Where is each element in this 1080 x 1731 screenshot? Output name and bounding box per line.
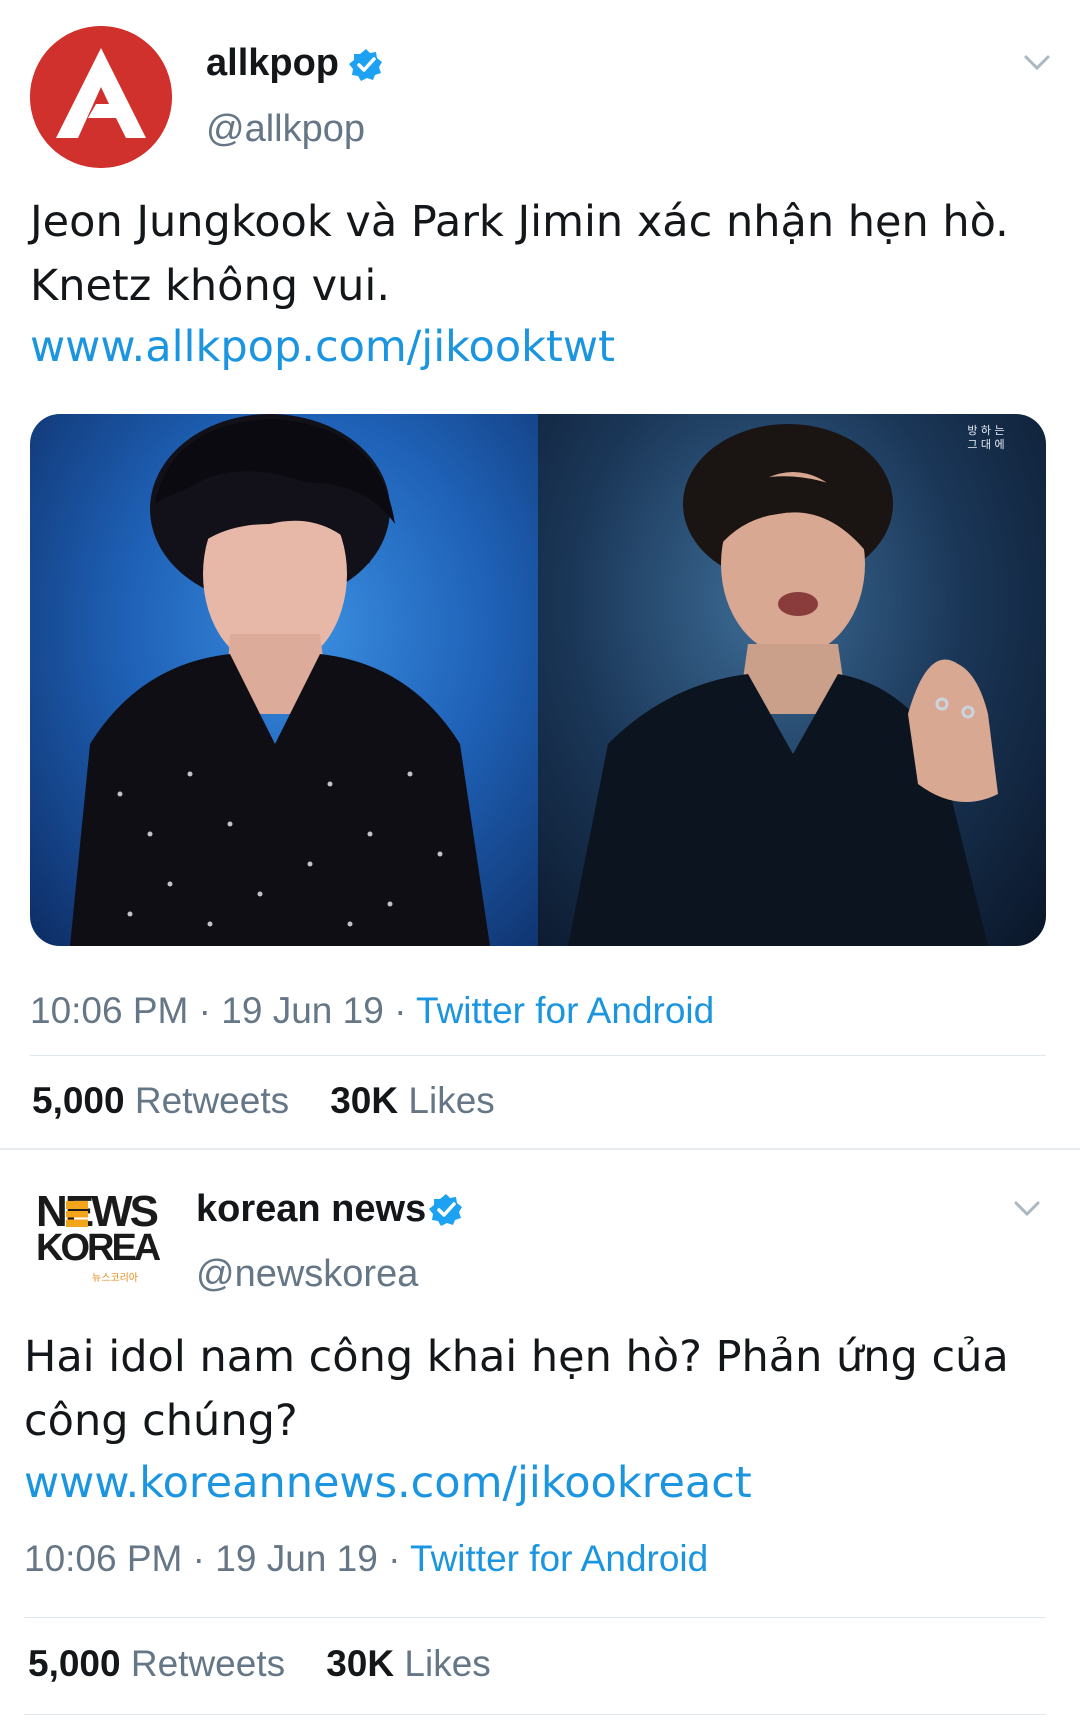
media-caption: 방 하 는 그 대 에 (967, 424, 1005, 451)
tweet-stats: 5,000 Retweets 30K Likes (28, 1643, 491, 1685)
author-name[interactable]: allkpop (206, 42, 339, 85)
likes-count: 30K (326, 1643, 395, 1684)
avatar[interactable] (30, 26, 172, 168)
tweet-link[interactable]: www.koreannews.com/jikookreact (24, 1458, 752, 1508)
tweet-meta: 10:06 PM · 19 Jun 19 · Twitter for Andro… (24, 1538, 708, 1580)
meta-separator: · (198, 990, 211, 1031)
tweet-source[interactable]: Twitter for Android (410, 1538, 708, 1579)
tweet-text-line: công chúng? (24, 1396, 298, 1446)
logo-small: 뉴스코리아 (92, 1273, 138, 1284)
retweets-count: 5,000 (32, 1080, 125, 1121)
chevron-down-icon[interactable] (1022, 52, 1052, 74)
logo-line2: KOREA (36, 1227, 161, 1269)
retweets-stat[interactable]: 5,000 Retweets (28, 1643, 285, 1684)
tweet-date[interactable]: 19 Jun 19 (221, 990, 384, 1031)
avatar[interactable]: NEWS KOREA 뉴스코리아 (30, 1185, 161, 1295)
author-handle[interactable]: @newskorea (196, 1253, 418, 1296)
person-photo-icon (70, 414, 490, 946)
divider (24, 1714, 1046, 1715)
tweet-text: Jeon Jungkook và Park Jimin xác nhận hẹn… (30, 190, 1050, 318)
likes-stat[interactable]: 30K Likes (330, 1080, 495, 1121)
logo-bar-icon (66, 1201, 88, 1227)
author-name[interactable]: korean news (196, 1188, 426, 1231)
verified-badge-icon (428, 1192, 464, 1228)
tweet-text: Hai idol nam công khai hẹn hò? Phản ứng … (24, 1325, 1054, 1453)
meta-separator: · (388, 1538, 401, 1579)
divider (24, 1617, 1046, 1618)
photo-left[interactable] (30, 414, 538, 946)
tweet-time[interactable]: 10:06 PM (30, 990, 188, 1031)
retweets-label: Retweets (130, 1643, 286, 1684)
newskorea-logo: NEWS KOREA 뉴스코리아 (30, 1185, 161, 1295)
tweet-text-line: Jeon Jungkook và Park Jimin xác nhận hẹn… (30, 197, 1009, 247)
tweet-separator (0, 1148, 1080, 1150)
allkpop-logo-icon (30, 26, 172, 168)
tweet-media[interactable]: 방 하 는 그 대 에 (30, 414, 1046, 946)
tweet-text-line: Knetz không vui. (30, 261, 390, 311)
photo-right[interactable]: 방 하 는 그 대 에 (538, 414, 1046, 946)
tweet-text-line: Hai idol nam công khai hẹn hò? Phản ứng … (24, 1332, 1009, 1382)
likes-stat[interactable]: 30K Likes (326, 1643, 491, 1684)
verified-badge-icon (348, 47, 384, 83)
meta-separator: · (192, 1538, 205, 1579)
tweet-time[interactable]: 10:06 PM (24, 1538, 182, 1579)
author-handle[interactable]: @allkpop (206, 108, 365, 151)
tweet-stats: 5,000 Retweets 30K Likes (32, 1080, 495, 1122)
likes-label: Likes (408, 1080, 495, 1121)
likes-count: 30K (330, 1080, 399, 1121)
tweet-link[interactable]: www.allkpop.com/jikooktwt (30, 322, 615, 372)
chevron-down-icon[interactable] (1012, 1198, 1042, 1220)
tweet-source[interactable]: Twitter for Android (416, 990, 714, 1031)
divider (30, 1055, 1046, 1056)
retweets-stat[interactable]: 5,000 Retweets (32, 1080, 289, 1121)
tweet-meta: 10:06 PM · 19 Jun 19 · Twitter for Andro… (30, 990, 714, 1032)
likes-label: Likes (404, 1643, 491, 1684)
person-photo-icon (568, 424, 998, 946)
retweets-count: 5,000 (28, 1643, 121, 1684)
meta-separator: · (394, 990, 407, 1031)
retweets-label: Retweets (134, 1080, 290, 1121)
tweet-date[interactable]: 19 Jun 19 (215, 1538, 378, 1579)
